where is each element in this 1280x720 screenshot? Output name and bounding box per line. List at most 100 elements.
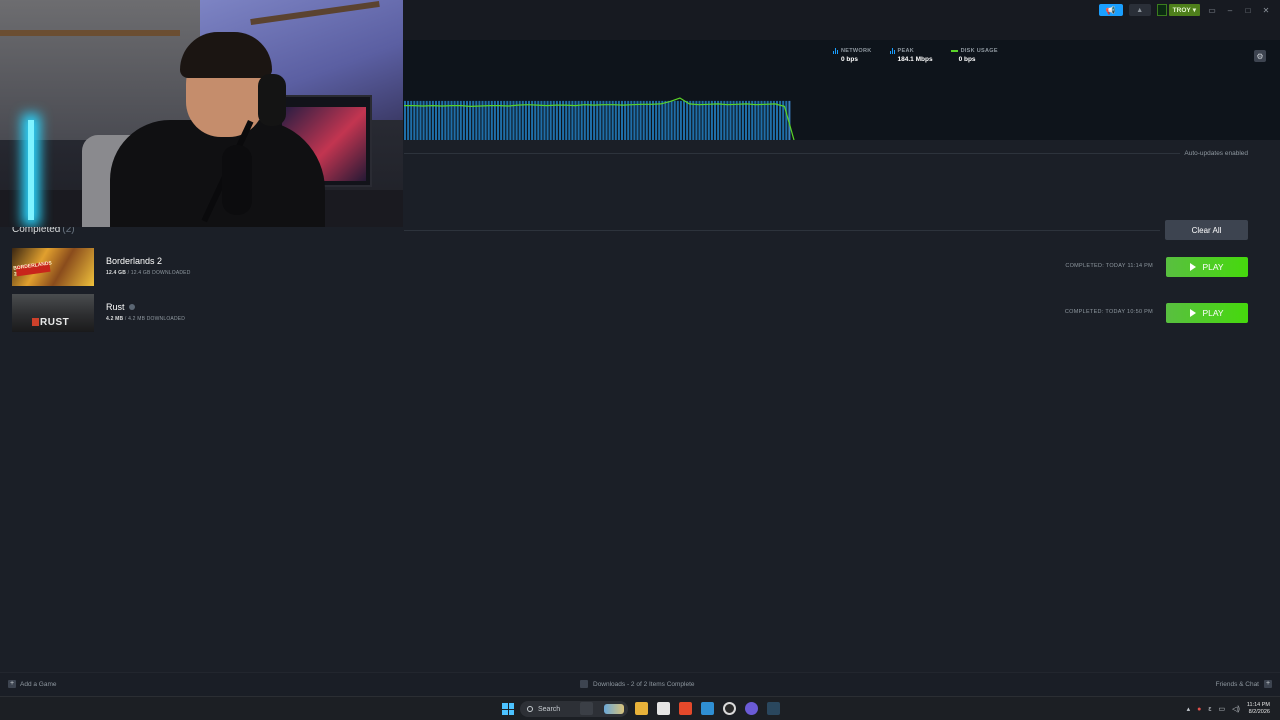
download-size: 4.2 MB / 4.2 MB DOWNLOADED (106, 316, 186, 322)
network-bar (745, 100, 747, 140)
network-bar (419, 100, 422, 140)
network-bar (478, 100, 481, 140)
user-menu[interactable]: TROY ▾ (1156, 4, 1200, 16)
game-name[interactable]: Borderlands 2 (106, 256, 162, 266)
play-button[interactable]: PLAY (1166, 257, 1248, 277)
network-bar (633, 100, 636, 140)
thumbnail-logo-text: BORDERLANDS 2 (12, 260, 53, 278)
calendar-icon[interactable] (657, 702, 670, 715)
network-bar (748, 100, 751, 140)
taskbar-search[interactable]: Search (520, 701, 628, 717)
plus-icon: + (8, 680, 16, 688)
network-bar (664, 100, 667, 140)
network-bar (735, 100, 738, 140)
steam-icon[interactable] (767, 702, 780, 715)
top-right-controls: 📢 ▲ TROY ▾ ▭ – □ ✕ (1098, 3, 1272, 17)
display-icon[interactable]: ▭ (1219, 705, 1226, 713)
network-bar (683, 100, 685, 140)
network-bar (769, 100, 772, 140)
game-thumbnail[interactable]: BORDERLANDS 2 (12, 248, 94, 286)
network-bar (590, 100, 592, 140)
network-bar (577, 100, 580, 140)
network-bar (670, 100, 673, 140)
downloads-status[interactable]: Downloads - 2 of 2 Items Complete (580, 680, 695, 688)
line-icon (950, 50, 958, 52)
network-bar (686, 100, 689, 140)
network-bar (459, 100, 462, 140)
network-bar (785, 100, 788, 140)
chat-icon: + (1264, 680, 1272, 688)
network-bar (404, 100, 406, 140)
game-name[interactable]: Rust (106, 302, 125, 312)
task-view-icon[interactable] (580, 702, 593, 715)
chevron-up-icon[interactable]: ▴ (1187, 705, 1191, 713)
language-icon[interactable]: ε (1208, 706, 1211, 713)
network-bar (772, 100, 775, 140)
windows-start-icon[interactable] (502, 703, 514, 715)
bottom-bar: + Add a Game Downloads - 2 of 2 Items Com… (0, 672, 1280, 696)
play-icon (1190, 263, 1197, 271)
file-explorer-icon[interactable] (635, 702, 648, 715)
info-icon[interactable] (128, 304, 135, 310)
network-bar (565, 100, 568, 140)
divider (404, 230, 1160, 231)
completed-time: COMPLETED: TODAY 10:50 PM (1064, 309, 1153, 315)
big-picture-icon[interactable]: ▭ (1206, 6, 1218, 15)
game-thumbnail[interactable]: RUST (12, 294, 94, 332)
stat-peak: PEAK 184.1 Mbps (889, 48, 933, 63)
network-bar (779, 100, 782, 140)
network-bar (636, 100, 639, 140)
volume-icon[interactable]: ◁) (1232, 705, 1240, 713)
play-button[interactable]: PLAY (1166, 303, 1248, 323)
network-bar (500, 100, 503, 140)
network-bar (537, 100, 540, 140)
play-icon (1190, 309, 1197, 317)
taskbar-clock[interactable]: 11:14 PM 8/2/2026 (1247, 702, 1270, 716)
network-bar (568, 100, 571, 140)
notifications-button[interactable]: ▲ (1128, 4, 1151, 16)
network-bar (599, 100, 602, 140)
photos-icon[interactable] (701, 702, 714, 715)
network-bar (698, 100, 701, 140)
network-bar (559, 100, 561, 140)
network-bar (776, 100, 778, 140)
broadcast-button[interactable]: 📢 (1098, 4, 1123, 16)
auto-updates-status[interactable]: Auto-updates enabled (1184, 150, 1248, 157)
network-bar (528, 100, 530, 140)
network-bar (658, 100, 661, 140)
network-bar (714, 100, 716, 140)
network-bar (407, 100, 410, 140)
network-bar (611, 100, 614, 140)
network-bar (509, 100, 512, 140)
brave-icon[interactable] (679, 702, 692, 715)
obs-icon[interactable] (723, 702, 736, 715)
completed-time: COMPLETED: TODAY 11:14 PM (1065, 263, 1153, 269)
network-bar (605, 100, 608, 140)
network-bar (673, 100, 676, 140)
network-bar (466, 100, 468, 140)
discord-icon[interactable] (745, 702, 758, 715)
friends-chat-button[interactable]: Friends & Chat + (1216, 680, 1272, 688)
network-bar (614, 100, 617, 140)
close-icon[interactable]: ✕ (1260, 6, 1272, 15)
microphone-icon[interactable]: ● (1197, 706, 1201, 713)
network-bar (422, 100, 425, 140)
settings-button[interactable]: ⚙ (1254, 50, 1266, 62)
network-bar (738, 100, 741, 140)
minimize-icon[interactable]: – (1224, 6, 1236, 15)
network-bar (574, 100, 577, 140)
network-bar (621, 100, 623, 140)
network-bar (608, 100, 611, 140)
network-bar (729, 100, 732, 140)
network-bar (441, 100, 444, 140)
system-tray: ▴ ● ε ▭ ◁) 11:14 PM 8/2/2026 (1187, 697, 1280, 720)
network-bar (438, 100, 441, 140)
stat-label: DISK USAGE (960, 48, 998, 54)
add-game-button[interactable]: + Add a Game (8, 680, 57, 688)
clear-all-button[interactable]: Clear All (1165, 220, 1248, 240)
network-bar (497, 100, 499, 140)
webcam-overlay (0, 0, 403, 227)
network-bar (583, 100, 586, 140)
maximize-icon[interactable]: □ (1242, 6, 1254, 15)
network-bar (515, 100, 518, 140)
